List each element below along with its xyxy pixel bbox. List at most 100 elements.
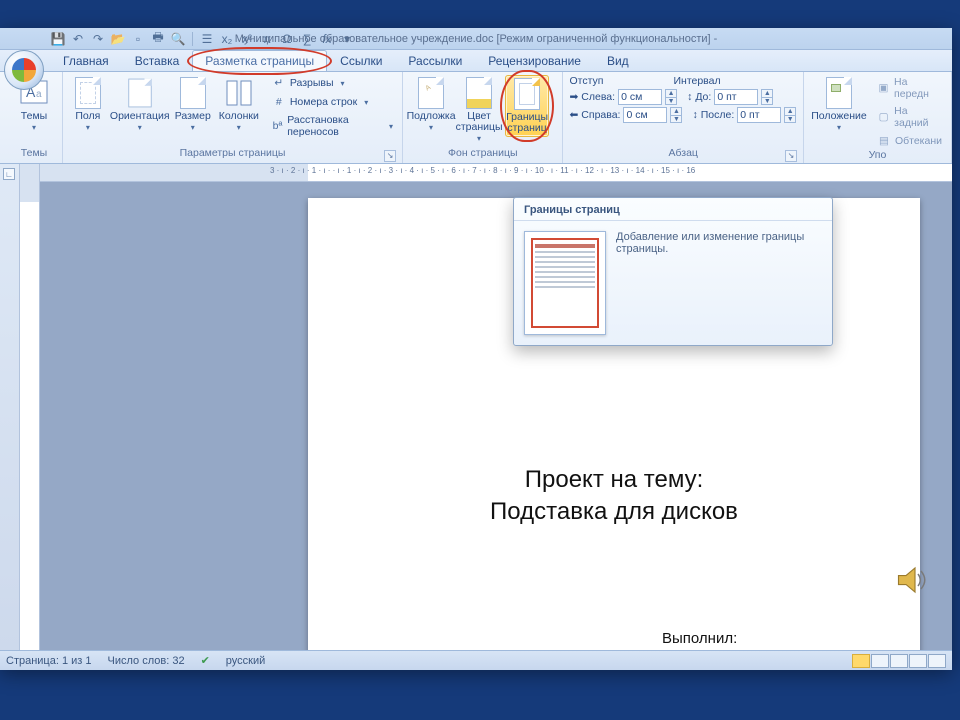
vertical-ruler[interactable]	[20, 164, 40, 650]
hyphenation-button[interactable]: bª Расстановка переносов	[269, 113, 396, 139]
bring-front-button[interactable]: ▣На передн	[874, 75, 945, 101]
breaks-icon: ↵	[272, 76, 286, 90]
view-full-screen[interactable]	[871, 654, 889, 668]
save-icon[interactable]: 💾	[50, 31, 66, 47]
office-logo-icon	[12, 58, 36, 82]
svg-text:a: a	[36, 89, 42, 100]
view-draft[interactable]	[928, 654, 946, 668]
status-page[interactable]: Страница: 1 из 1	[6, 655, 92, 667]
spacing-before-icon: ↕	[687, 91, 692, 103]
size-icon	[177, 77, 209, 109]
themes-label: Темы	[21, 111, 47, 122]
line-numbers-button[interactable]: #Номера строк	[269, 94, 396, 110]
margins-icon	[72, 77, 104, 109]
window-title: Муниципальное образовательное учреждение…	[235, 33, 718, 45]
watermark-label: Подложка	[407, 111, 456, 122]
line-numbers-icon: #	[272, 95, 286, 109]
spacing-after-input[interactable]	[737, 107, 781, 123]
undo-icon[interactable]: ↶	[70, 31, 86, 47]
tab-review[interactable]: Рецензирование	[475, 50, 594, 71]
watermark-icon: A	[415, 77, 447, 109]
columns-label: Колонки	[219, 111, 259, 122]
bullets-icon[interactable]: ☰	[199, 31, 215, 47]
size-button[interactable]: Размер▾	[173, 75, 213, 134]
spacing-before-input[interactable]	[714, 89, 758, 105]
indent-left-label: Слева:	[581, 91, 615, 103]
view-outline[interactable]	[909, 654, 927, 668]
tab-view[interactable]: Вид	[594, 50, 642, 71]
status-language[interactable]: русский	[226, 655, 265, 667]
group-page-background: A Подложка▾ Цвет страницы▾ Границы стран…	[403, 72, 563, 163]
redo-icon[interactable]: ↷	[90, 31, 106, 47]
tab-selector-icon[interactable]: ∟	[3, 168, 15, 180]
breaks-label: Разрывы	[290, 77, 334, 89]
horizontal-ruler[interactable]: 3 · ı · 2 · ı · 1 · ı · · ı · 1 · ı · 2 …	[40, 164, 952, 182]
speaker-icon	[894, 562, 930, 598]
group-page-setup: Поля▾ Ориентация▾ Размер▾ Колонки▾	[63, 72, 403, 163]
hyphenation-label: Расстановка переносов	[287, 114, 382, 138]
status-word-count[interactable]: Число слов: 32	[108, 655, 185, 667]
indent-left-input[interactable]	[618, 89, 662, 105]
titlebar: 💾 ↶ ↷ 📂 ▫ 🖶 🔍 ☰ x₂ x² π Ω ∑ fx ▾ Муницип…	[0, 28, 952, 50]
tab-home[interactable]: Главная	[50, 50, 122, 71]
text-wrap-icon: ▤	[877, 134, 891, 148]
group-arrange-label: Упо	[810, 149, 945, 163]
spacing-header: Интервал	[673, 75, 720, 87]
spacing-after-label: После:	[701, 109, 735, 121]
statusbar: Страница: 1 из 1 Число слов: 32 ✔ русски…	[0, 650, 952, 670]
text-wrap-button[interactable]: ▤Обтекани	[874, 133, 945, 149]
hyphenation-icon: bª	[272, 119, 283, 133]
tab-references[interactable]: Ссылки	[327, 50, 395, 71]
tab-page-layout[interactable]: Разметка страницы	[192, 50, 327, 71]
send-back-button[interactable]: ▢На задний	[874, 104, 945, 130]
watermark-button[interactable]: A Подложка▾	[409, 75, 453, 134]
new-icon[interactable]: ▫	[130, 31, 146, 47]
tooltip-title: Границы страниц	[514, 198, 832, 221]
indent-left-icon: ➡	[569, 91, 578, 103]
tooltip-description: Добавление или изменение границы страниц…	[616, 231, 822, 335]
spacing-after-field[interactable]: ↕ После: ▲▼	[692, 107, 796, 123]
indent-right-input[interactable]	[623, 107, 667, 123]
breaks-button[interactable]: ↵ Разрывы	[269, 75, 396, 91]
subscript-icon[interactable]: x₂	[219, 31, 235, 47]
office-button[interactable]	[4, 50, 44, 90]
indent-right-icon: ⬅	[569, 109, 578, 121]
ribbon: Aa Темы ▾ Темы Поля▾ Ориентация▾	[0, 72, 952, 164]
columns-button[interactable]: Колонки▾	[217, 75, 261, 134]
page-borders-button[interactable]: Границы страниц	[505, 75, 549, 137]
print-icon[interactable]: 🖶	[150, 31, 166, 47]
size-label: Размер	[175, 111, 211, 122]
spin-down-icon[interactable]: ▼	[665, 97, 677, 105]
ribbon-tabs: Главная Вставка Разметка страницы Ссылки…	[0, 50, 952, 72]
group-page-background-label: Фон страницы	[409, 147, 556, 163]
margins-button[interactable]: Поля▾	[69, 75, 107, 134]
orientation-icon	[124, 77, 156, 109]
orientation-button[interactable]: Ориентация▾	[111, 75, 169, 134]
page-setup-dialog-launcher[interactable]: ↘	[384, 150, 396, 162]
bring-front-icon: ▣	[877, 81, 890, 95]
page-borders-label: Границы страниц	[506, 112, 548, 134]
paragraph-dialog-launcher[interactable]: ↘	[785, 150, 797, 162]
spacing-before-label: До:	[695, 91, 711, 103]
tab-insert[interactable]: Вставка	[122, 50, 193, 71]
page-color-icon	[463, 77, 495, 109]
columns-icon	[223, 77, 255, 109]
preview-icon[interactable]: 🔍	[170, 31, 186, 47]
indent-right-field[interactable]: ⬅ Справа: ▲▼	[569, 107, 682, 123]
position-button[interactable]: Положение▾	[810, 75, 868, 134]
view-print-layout[interactable]	[852, 654, 870, 668]
send-back-icon: ▢	[877, 110, 890, 124]
spacing-before-field[interactable]: ↕ До: ▲▼	[687, 89, 773, 105]
indent-left-field[interactable]: ➡ Слева: ▲▼	[569, 89, 677, 105]
tab-mailings[interactable]: Рассылки	[395, 50, 475, 71]
spin-up-icon[interactable]: ▲	[665, 89, 677, 97]
open-icon[interactable]: 📂	[110, 31, 126, 47]
ruler-numbers: 3 · ı · 2 · ı · 1 · ı · · ı · 1 · ı · 2 …	[270, 166, 952, 175]
page-color-button[interactable]: Цвет страницы▾	[457, 75, 501, 145]
word-window: 💾 ↶ ↷ 📂 ▫ 🖶 🔍 ☰ x₂ x² π Ω ∑ fx ▾ Муницип…	[0, 28, 952, 670]
status-proofing-icon[interactable]: ✔	[201, 654, 210, 667]
indent-right-label: Справа:	[581, 109, 620, 121]
view-buttons	[852, 654, 946, 668]
tooltip-thumbnail	[524, 231, 606, 335]
view-web-layout[interactable]	[890, 654, 908, 668]
